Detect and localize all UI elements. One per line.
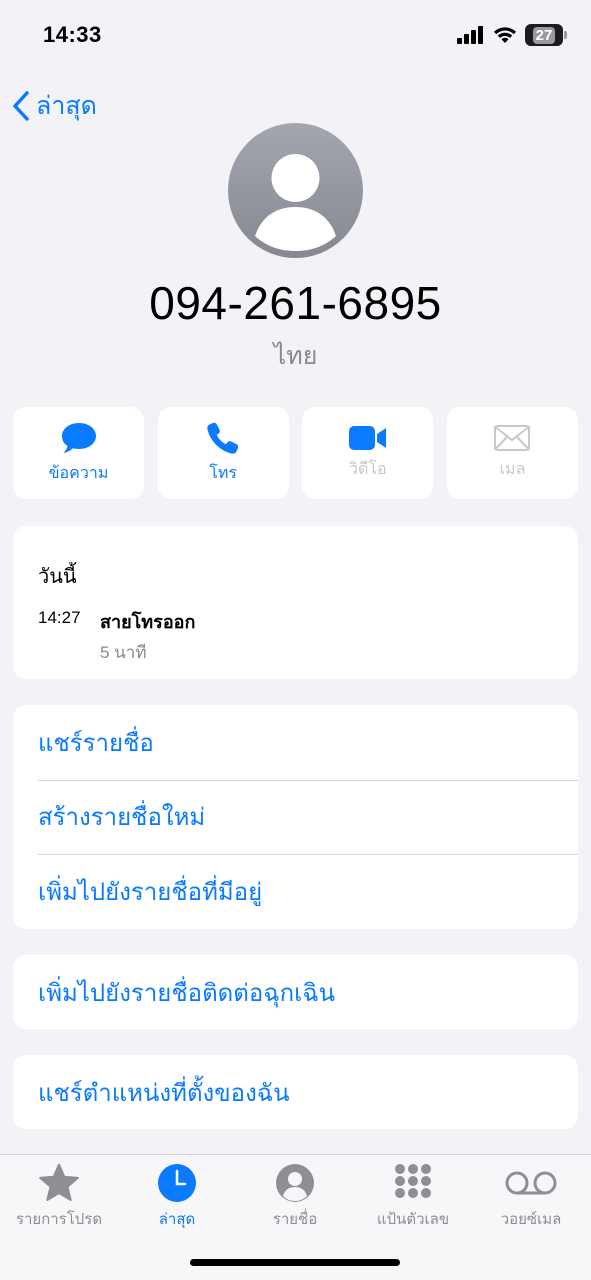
battery-level: 27 bbox=[532, 26, 556, 44]
tab-recents[interactable]: ล่าสุด bbox=[118, 1163, 236, 1231]
phone-icon bbox=[207, 422, 239, 454]
contact-phone-number: 094-261-6895 bbox=[149, 277, 442, 329]
call-history-heading: วันนี้ bbox=[38, 566, 77, 588]
share-my-location-button[interactable]: แชร์ตำแหน่งที่ตั้งของฉัน bbox=[13, 1055, 578, 1130]
call-time: 14:27 bbox=[38, 608, 81, 627]
tab-contacts-label: รายชื่อ bbox=[272, 1211, 318, 1228]
battery-icon: 27 bbox=[525, 24, 563, 46]
status-icons: 27 bbox=[457, 24, 567, 46]
video-icon bbox=[348, 425, 386, 450]
video-button[interactable]: วิดีโอ bbox=[302, 407, 434, 499]
voicemail-icon bbox=[505, 1171, 557, 1195]
contact-options-card: แชร์รายชื่อ สร้างรายชื่อใหม่ เพิ่มไปยังร… bbox=[13, 705, 578, 929]
create-new-contact-button[interactable]: สร้างรายชื่อใหม่ bbox=[13, 779, 578, 855]
contact-avatar bbox=[228, 123, 363, 258]
mail-icon bbox=[494, 424, 531, 451]
call-label: โทร bbox=[209, 464, 238, 482]
status-time: 14:33 bbox=[43, 22, 102, 47]
call-duration: 5 นาที bbox=[100, 643, 147, 662]
call-type: สายโทรออก bbox=[100, 612, 196, 632]
battery-indicator: 27 bbox=[525, 24, 567, 46]
tab-voicemail[interactable]: วอยซ์เมล bbox=[472, 1163, 590, 1231]
keypad-icon bbox=[395, 1164, 431, 1198]
message-icon bbox=[61, 422, 96, 453]
tab-favorites-label: รายการโปรด bbox=[15, 1211, 103, 1228]
battery-cap bbox=[564, 31, 567, 39]
message-label: ข้อความ bbox=[48, 464, 109, 482]
back-label: ล่าสุด bbox=[36, 92, 97, 120]
chevron-left-icon bbox=[13, 91, 29, 121]
video-label: วิดีโอ bbox=[349, 460, 387, 478]
contact-actions: ข้อความ โทร วิดีโอ เมล bbox=[13, 407, 578, 499]
wifi-icon bbox=[494, 27, 516, 43]
call-history-card: วันนี้ 14:27 สายโทรออก 5 นาที bbox=[13, 526, 578, 679]
star-icon bbox=[39, 1163, 79, 1201]
person-circle-icon bbox=[276, 1164, 314, 1202]
tab-keypad[interactable]: แป้นตัวเลข bbox=[354, 1163, 472, 1231]
tab-keypad-label: แป้นตัวเลข bbox=[376, 1211, 450, 1228]
person-silhouette-icon bbox=[255, 154, 336, 251]
mail-button[interactable]: เมล bbox=[446, 407, 578, 499]
message-button[interactable]: ข้อความ bbox=[13, 407, 144, 499]
call-button[interactable]: โทร bbox=[157, 407, 289, 499]
mail-label: เมล bbox=[499, 460, 526, 478]
home-indicator[interactable] bbox=[190, 1259, 400, 1266]
add-to-existing-contact-button[interactable]: เพิ่มไปยังรายชื่อที่มีอยู่ bbox=[13, 854, 578, 929]
share-location-card: แชร์ตำแหน่งที่ตั้งของฉัน bbox=[13, 1055, 578, 1129]
cellular-signal-icon bbox=[457, 26, 483, 44]
status-bar: 14:33 27 bbox=[0, 0, 591, 70]
tab-favorites[interactable]: รายการโปรด bbox=[0, 1163, 118, 1231]
share-contact-button[interactable]: แชร์รายชื่อ bbox=[13, 705, 578, 780]
tab-voicemail-label: วอยซ์เมล bbox=[500, 1211, 562, 1228]
tab-contacts[interactable]: รายชื่อ bbox=[236, 1163, 354, 1231]
back-button[interactable]: ล่าสุด bbox=[12, 86, 97, 126]
tab-recents-label: ล่าสุด bbox=[158, 1211, 196, 1228]
emergency-contact-card: เพิ่มไปยังรายชื่อติดต่อฉุกเฉิน bbox=[13, 955, 578, 1029]
add-to-emergency-contacts-button[interactable]: เพิ่มไปยังรายชื่อติดต่อฉุกเฉิน bbox=[13, 955, 578, 1030]
clock-icon bbox=[158, 1164, 196, 1202]
contact-country: ไทย bbox=[273, 342, 318, 370]
